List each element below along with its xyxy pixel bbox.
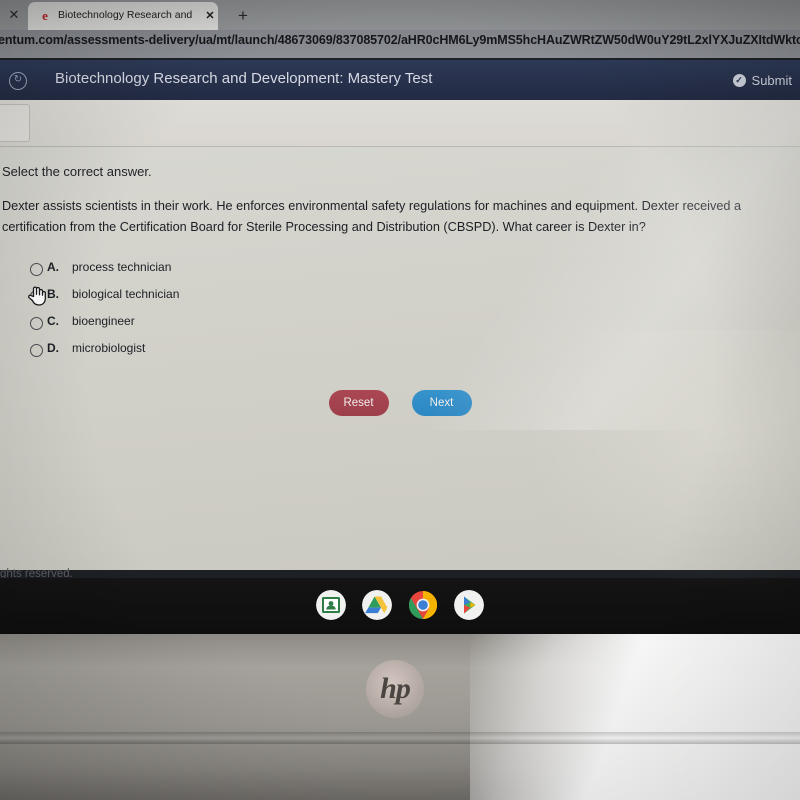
radio-c[interactable] xyxy=(30,317,43,330)
answer-options: A. process technician B. biological tech… xyxy=(28,258,460,366)
option-letter: C. xyxy=(47,314,59,328)
assessment-body: Select the correct answer. Dexter assist… xyxy=(0,100,800,580)
google-chrome-icon[interactable] xyxy=(408,590,438,620)
submit-label: Submit xyxy=(751,72,792,88)
toolbar-chip xyxy=(0,104,30,142)
hp-logo: hp xyxy=(366,660,424,718)
action-buttons: Reset Next xyxy=(0,390,800,416)
google-classroom-icon[interactable] xyxy=(316,590,346,620)
lid-glare xyxy=(470,634,800,800)
option-label: process technician xyxy=(72,260,172,274)
radio-d[interactable] xyxy=(30,344,43,357)
reset-button[interactable]: Reset xyxy=(328,390,389,416)
tab-title: Biotechnology Research and Dev xyxy=(58,9,193,21)
edmentum-favicon: e xyxy=(42,8,48,23)
option-letter: A. xyxy=(47,260,59,274)
google-drive-icon[interactable] xyxy=(362,590,392,620)
option-label: bioengineer xyxy=(72,314,135,328)
next-button[interactable]: Next xyxy=(411,390,472,416)
option-label: microbiologist xyxy=(72,341,146,355)
taskbar-shelf xyxy=(0,578,800,634)
browser-url-bar[interactable]: entum.com/assessments-delivery/ua/mt/lau… xyxy=(0,30,800,58)
tab-close-icon[interactable]: ✕ xyxy=(203,8,217,24)
option-label: biological technician xyxy=(72,287,180,301)
new-tab-icon[interactable]: + xyxy=(230,4,256,28)
radio-a[interactable] xyxy=(30,263,43,276)
option-c[interactable]: C. bioengineer xyxy=(30,312,460,339)
google-play-icon[interactable] xyxy=(454,590,484,620)
option-d[interactable]: D. microbiologist xyxy=(30,339,460,366)
option-letter: B. xyxy=(47,287,59,301)
content-toolbar xyxy=(0,100,800,147)
shelf-icon-row xyxy=(0,590,800,620)
laptop-screen-photo: ✕ e Biotechnology Research and Dev ✕ + e… xyxy=(0,0,800,800)
submit-button[interactable]: ✓ Submit xyxy=(732,71,792,89)
exit-icon[interactable]: ↻ xyxy=(9,72,27,90)
page-title: Biotechnology Research and Development: … xyxy=(55,70,433,87)
window-close-icon[interactable]: ✕ xyxy=(5,6,23,24)
assessment-header: ↻ Biotechnology Research and Development… xyxy=(0,60,800,100)
hp-logo-text: hp xyxy=(380,672,411,705)
check-circle-icon: ✓ xyxy=(732,73,746,87)
browser-tab[interactable]: e Biotechnology Research and Dev ✕ xyxy=(28,2,218,30)
option-b[interactable]: B. biological technician xyxy=(28,285,460,312)
question-prompt: Select the correct answer. xyxy=(2,164,152,179)
browser-tab-strip: ✕ e Biotechnology Research and Dev ✕ + xyxy=(0,0,800,30)
option-letter: D. xyxy=(47,341,59,355)
radio-b[interactable] xyxy=(30,290,43,303)
lid-hinge xyxy=(0,732,800,744)
question-text: Dexter assists scientists in their work.… xyxy=(2,199,742,234)
url-text: entum.com/assessments-delivery/ua/mt/lau… xyxy=(0,33,800,47)
option-a[interactable]: A. process technician xyxy=(30,258,460,285)
